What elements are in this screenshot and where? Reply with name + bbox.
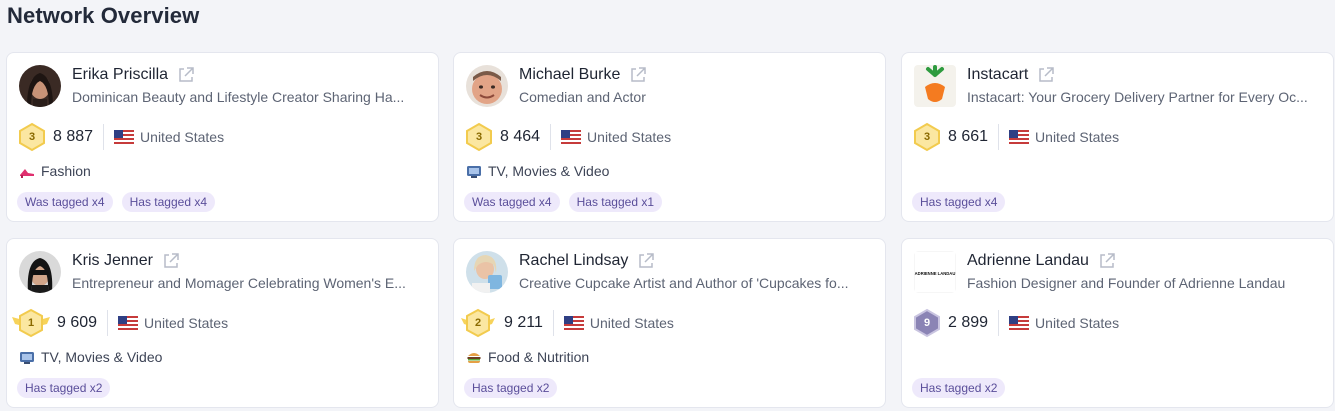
us-flag-icon <box>1009 316 1030 330</box>
category: TV, Movies & Video <box>466 163 609 179</box>
profile-name[interactable]: Michael Burke <box>519 66 620 84</box>
avatar[interactable] <box>914 65 956 107</box>
follower-count: 9 211 <box>504 314 543 331</box>
tag-chip[interactable]: Was tagged x4 <box>464 192 560 212</box>
tag-list: Has tagged x2 <box>17 378 111 398</box>
profile-description: Comedian and Actor <box>519 89 646 105</box>
us-flag-icon <box>563 316 584 330</box>
country-label: United States <box>589 315 674 331</box>
tag-list: Has tagged x4 <box>912 192 1006 212</box>
profile-card[interactable]: Erika Priscilla Dominican Beauty and Lif… <box>6 52 439 222</box>
tag-chip[interactable]: Has tagged x2 <box>912 378 1006 398</box>
tag-list: Was tagged x4 Has tagged x1 <box>464 192 662 212</box>
category: TV, Movies & Video <box>19 349 162 365</box>
country-label: United States <box>140 129 225 145</box>
us-flag-icon <box>561 130 582 144</box>
tag-chip[interactable]: Has tagged x1 <box>568 192 662 212</box>
avatar[interactable] <box>19 251 61 293</box>
profile-name[interactable]: Rachel Lindsay <box>519 252 628 270</box>
follower-count: 2 899 <box>948 314 989 331</box>
tag-list: Has tagged x2 <box>464 378 558 398</box>
follower-count: 9 609 <box>57 314 98 331</box>
tag-list: Has tagged x2 <box>912 378 1006 398</box>
profile-card[interactable]: Kris Jenner Entrepreneur and Momager Cel… <box>6 238 439 408</box>
profile-description: Instacart: Your Grocery Delivery Partner… <box>967 89 1308 105</box>
profile-description: Entrepreneur and Momager Celebrating Wom… <box>72 275 406 291</box>
follower-count: 8 887 <box>53 128 94 145</box>
external-link-icon[interactable] <box>177 66 195 84</box>
category-label: Food & Nutrition <box>488 349 590 365</box>
category: Food & Nutrition <box>466 349 589 365</box>
profile-description: Creative Cupcake Artist and Author of 'C… <box>519 275 849 291</box>
external-link-icon[interactable] <box>1037 66 1055 84</box>
rank-badge: 9 <box>912 308 942 338</box>
profile-description: Fashion Designer and Founder of Adrienne… <box>967 275 1286 291</box>
tag-chip[interactable]: Has tagged x4 <box>121 192 215 212</box>
profile-name[interactable]: Instacart <box>967 66 1028 84</box>
category-label: TV, Movies & Video <box>488 163 610 179</box>
tag-chip[interactable]: Has tagged x4 <box>912 192 1006 212</box>
country-label: United States <box>587 129 672 145</box>
category: Fashion <box>19 163 91 179</box>
profile-card[interactable]: Rachel Lindsay Creative Cupcake Artist a… <box>453 238 886 408</box>
country-label: United States <box>144 315 229 331</box>
rank-badge: 3 <box>17 122 47 152</box>
winged-rank-badge: 1 <box>11 308 51 338</box>
profile-card[interactable]: ADRIENNE LANDAU Adrienne Landau Fashion … <box>901 238 1334 408</box>
tag-chip[interactable]: Has tagged x2 <box>17 378 111 398</box>
category-label: TV, Movies & Video <box>41 349 163 365</box>
external-link-icon[interactable] <box>162 252 180 270</box>
page-title: Network Overview <box>7 3 200 28</box>
divider <box>107 310 109 336</box>
high-heel-icon <box>19 163 35 179</box>
avatar[interactable]: ADRIENNE LANDAU <box>914 251 956 293</box>
us-flag-icon <box>1009 130 1030 144</box>
winged-rank-badge: 2 <box>458 308 498 338</box>
external-link-icon[interactable] <box>629 66 647 84</box>
profile-name[interactable]: Adrienne Landau <box>967 252 1089 270</box>
divider <box>552 310 554 336</box>
profile-name[interactable]: Erika Priscilla <box>72 66 168 84</box>
avatar[interactable] <box>466 65 508 107</box>
profile-card[interactable]: Michael Burke Comedian and Actor 3 8 464… <box>453 52 886 222</box>
follower-count: 8 661 <box>948 128 989 145</box>
tag-chip[interactable]: Was tagged x4 <box>17 192 113 212</box>
country-label: United States <box>1035 315 1120 331</box>
profile-card[interactable]: Instacart Instacart: Your Grocery Delive… <box>901 52 1334 222</box>
divider <box>550 124 552 150</box>
category-label: Fashion <box>41 163 91 179</box>
us-flag-icon <box>114 130 135 144</box>
tv-icon <box>466 163 482 179</box>
external-link-icon[interactable] <box>1098 252 1116 270</box>
profile-name[interactable]: Kris Jenner <box>72 252 153 270</box>
burger-icon <box>466 349 482 365</box>
country-label: United States <box>1035 129 1120 145</box>
divider <box>103 124 105 150</box>
avatar[interactable] <box>466 251 508 293</box>
rank-badge: 3 <box>464 122 494 152</box>
divider <box>998 124 1000 150</box>
follower-count: 8 464 <box>500 128 541 145</box>
avatar[interactable] <box>19 65 61 107</box>
rank-badge: 3 <box>912 122 942 152</box>
tag-list: Was tagged x4 Has tagged x4 <box>17 192 215 212</box>
profile-description: Dominican Beauty and Lifestyle Creator S… <box>72 89 405 105</box>
divider <box>998 310 1000 336</box>
external-link-icon[interactable] <box>637 252 655 270</box>
us-flag-icon <box>118 316 139 330</box>
tag-chip[interactable]: Has tagged x2 <box>464 378 558 398</box>
tv-icon <box>19 349 35 365</box>
brand-logo-text: ADRIENNE LANDAU <box>915 271 956 276</box>
